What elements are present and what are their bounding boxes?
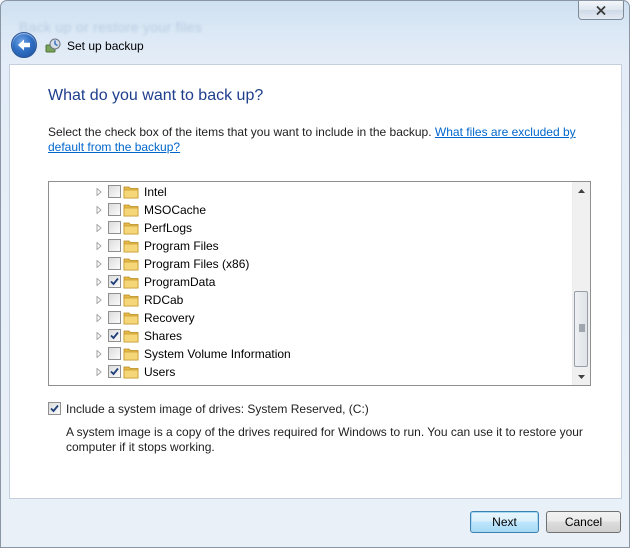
content-panel: What do you want to back up? Select the … — [9, 64, 622, 499]
expand-arrow-icon[interactable] — [95, 224, 103, 232]
folder-icon — [123, 348, 139, 361]
button-bar: Next Cancel — [9, 499, 622, 543]
tree-item-checkbox[interactable] — [108, 347, 121, 360]
tree-item-checkbox[interactable] — [108, 257, 121, 270]
tree-item[interactable]: Users — [49, 363, 569, 381]
tree-item[interactable]: System Volume Information — [49, 345, 569, 363]
folder-icon — [123, 366, 139, 379]
tree-item-label: PerfLogs — [144, 221, 193, 235]
folder-icon — [123, 186, 139, 199]
expand-arrow-icon[interactable] — [95, 242, 103, 250]
folder-icon — [123, 330, 139, 343]
main-heading: What do you want to back up? — [48, 87, 264, 104]
checkmark-icon — [110, 367, 119, 376]
close-button[interactable] — [578, 1, 624, 20]
chevron-up-icon — [578, 188, 585, 193]
back-arrow-icon — [18, 39, 30, 51]
window-title: Back up or restore your files — [19, 19, 202, 35]
expand-arrow-icon[interactable] — [95, 260, 103, 268]
folder-icon — [123, 276, 139, 289]
expand-arrow-icon[interactable] — [95, 314, 103, 322]
folder-tree[interactable]: Intel MSOCache PerfLogs Program Files Progra… — [48, 181, 591, 386]
tree-item-label: Recovery — [144, 311, 195, 325]
checkmark-icon — [50, 404, 59, 413]
next-button[interactable]: Next — [470, 511, 539, 533]
tree-item-checkbox[interactable] — [108, 329, 121, 342]
tree-item[interactable]: Program Files (x86) — [49, 255, 569, 273]
tree-item[interactable]: Recovery — [49, 309, 569, 327]
system-image-option[interactable]: Include a system image of drives: System… — [48, 401, 588, 417]
cancel-button[interactable]: Cancel — [546, 511, 621, 533]
page-title: Set up backup — [67, 39, 144, 53]
system-image-label: Include a system image of drives: System… — [66, 402, 369, 416]
expand-arrow-icon[interactable] — [95, 206, 103, 214]
expand-arrow-icon[interactable] — [95, 332, 103, 340]
grip-icon — [579, 324, 585, 332]
tree-item[interactable]: Intel — [49, 183, 569, 201]
backup-window: Back up or restore your files Set up bac… — [0, 0, 630, 548]
vertical-scrollbar[interactable] — [572, 182, 590, 385]
tree-item-label: Program Files — [144, 239, 219, 253]
scroll-thumb[interactable] — [574, 291, 588, 367]
checkmark-icon — [110, 331, 119, 340]
folder-icon — [123, 240, 139, 253]
tree-item[interactable]: RDCab — [49, 291, 569, 309]
system-image-checkbox[interactable] — [48, 402, 61, 415]
scroll-up-button[interactable] — [573, 182, 590, 199]
instructions-label: Select the check box of the items that y… — [48, 125, 435, 139]
expand-arrow-icon[interactable] — [95, 368, 103, 376]
instructions-text: Select the check box of the items that y… — [48, 125, 588, 155]
tree-item-label: Program Files (x86) — [144, 257, 250, 271]
back-button[interactable] — [11, 32, 37, 58]
tree-item-checkbox[interactable] — [108, 293, 121, 306]
tree-item-label: Shares — [144, 329, 183, 343]
tree-item-checkbox[interactable] — [108, 365, 121, 378]
tree-item[interactable]: ProgramData — [49, 273, 569, 291]
tree-item-label: System Volume Information — [144, 347, 291, 361]
tree-item-checkbox[interactable] — [108, 221, 121, 234]
tree-item-checkbox[interactable] — [108, 311, 121, 324]
folder-icon — [123, 294, 139, 307]
tree-item-label: ProgramData — [144, 275, 216, 289]
expand-arrow-icon[interactable] — [95, 278, 103, 286]
tree-item-checkbox[interactable] — [108, 185, 121, 198]
tree-item[interactable]: PerfLogs — [49, 219, 569, 237]
backup-icon — [45, 38, 61, 53]
checkmark-icon — [110, 277, 119, 286]
tree-item-label: Users — [144, 365, 176, 379]
chevron-down-icon — [578, 374, 585, 379]
expand-arrow-icon[interactable] — [95, 350, 103, 358]
close-icon — [596, 5, 606, 15]
folder-icon — [123, 222, 139, 235]
folder-icon — [123, 312, 139, 325]
tree-item-label: MSOCache — [144, 203, 207, 217]
system-image-description: A system image is a copy of the drives r… — [66, 425, 583, 454]
expand-arrow-icon[interactable] — [95, 188, 103, 196]
tree-item[interactable]: MSOCache — [49, 201, 569, 219]
tree-item-checkbox[interactable] — [108, 275, 121, 288]
folder-icon — [123, 258, 139, 271]
expand-arrow-icon[interactable] — [95, 296, 103, 304]
tree-item[interactable]: Shares — [49, 327, 569, 345]
tree-item-checkbox[interactable] — [108, 203, 121, 216]
tree-item-checkbox[interactable] — [108, 239, 121, 252]
tree-item-label: Intel — [144, 185, 167, 199]
tree-item[interactable]: Program Files — [49, 237, 569, 255]
scroll-down-button[interactable] — [573, 368, 590, 385]
tree-item-label: RDCab — [144, 293, 184, 307]
folder-icon — [123, 204, 139, 217]
